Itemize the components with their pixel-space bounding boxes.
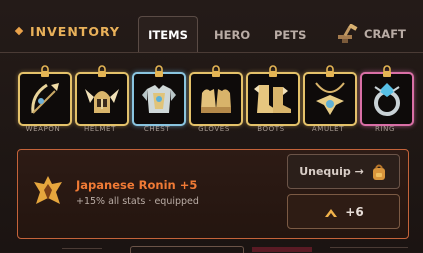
slot-label-ring: RING: [375, 125, 395, 133]
tab-items-label: ITEMS: [148, 28, 188, 42]
tab-craft-label: CRAFT: [364, 27, 406, 41]
chest-armor-icon: [142, 85, 176, 113]
backpack-icon: [372, 164, 385, 180]
tab-hero[interactable]: HERO: [214, 28, 250, 42]
inventory-panel: INVENTORY ITEMS HERO PETS CRAFT WEAPON H…: [0, 0, 423, 253]
slot-amulet[interactable]: [303, 65, 357, 126]
slot-label-chest: CHEST: [143, 125, 171, 133]
bottom-row-hint: [62, 248, 102, 253]
slot-gloves[interactable]: [189, 65, 243, 126]
slot-helmet[interactable]: [75, 65, 129, 126]
slot-label-boots: BOOTS: [257, 125, 285, 133]
header-divider: [0, 52, 423, 53]
slot-label-helmet: HELMET: [84, 125, 116, 133]
lock-icon: [41, 65, 49, 77]
diamond-icon: [14, 26, 24, 36]
tab-craft[interactable]: CRAFT: [336, 24, 406, 44]
lock-icon: [269, 65, 277, 77]
upgrade-button[interactable]: +6: [287, 194, 400, 229]
upgrade-chevron-icon: [325, 208, 338, 217]
amulet-icon: [315, 82, 345, 115]
equipment-slots: WEAPON HELMET CHEST GLOVES BOOTS AMULET …: [14, 62, 414, 138]
slot-weapon[interactable]: [18, 65, 72, 126]
selected-item-detail: +15% all stats · equipped: [76, 196, 199, 207]
bottom-row-hint: [252, 247, 312, 252]
gloves-icon: [201, 89, 231, 113]
anvil-hammer-icon: [338, 24, 358, 43]
slot-chest[interactable]: [132, 65, 186, 126]
bottom-row-hint: [330, 247, 408, 253]
inventory-header: INVENTORY ITEMS HERO PETS CRAFT: [0, 0, 423, 53]
tab-pets[interactable]: PETS: [274, 28, 306, 42]
upgrade-value: +6: [345, 204, 364, 219]
slot-ring[interactable]: [360, 65, 414, 126]
unequip-label: Unequip →: [299, 165, 364, 178]
lock-icon: [212, 65, 220, 77]
slot-label-amulet: AMULET: [311, 125, 345, 133]
winged-helmet-icon: [85, 89, 119, 113]
selected-item-name: Japanese Ronin +5: [76, 178, 198, 192]
lock-icon: [155, 65, 163, 77]
slot-label-weapon: WEAPON: [25, 125, 61, 133]
lock-icon: [383, 65, 391, 77]
bow-icon: [31, 83, 59, 114]
boots-icon: [254, 85, 291, 113]
inventory-title-text: INVENTORY: [30, 24, 120, 39]
slot-label-gloves: GLOVES: [198, 125, 230, 133]
slot-boots[interactable]: [246, 65, 300, 126]
ronin-crest-icon: [34, 176, 62, 204]
unequip-button[interactable]: Unequip →: [287, 154, 400, 189]
lock-icon: [98, 65, 106, 77]
tab-items[interactable]: ITEMS: [138, 16, 198, 53]
inventory-title: INVENTORY: [14, 24, 120, 39]
lock-icon: [326, 65, 334, 77]
ring-icon: [374, 83, 400, 116]
